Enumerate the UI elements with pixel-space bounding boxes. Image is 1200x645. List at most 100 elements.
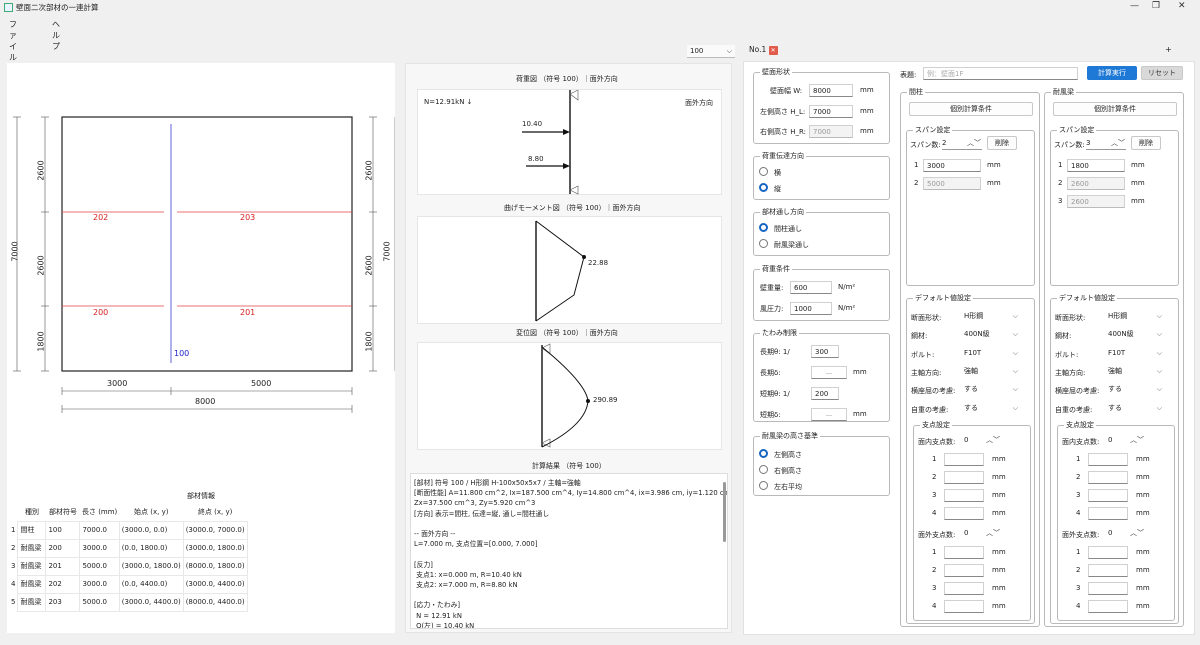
- table-row[interactable]: 1 間柱 100 7000.0 (3000.0, 0.0) (3000.0, 7000.0…: [9, 520, 248, 540]
- result-line: [414, 549, 724, 559]
- radio-right-height[interactable]: [759, 465, 768, 474]
- support-position-input[interactable]: [944, 600, 984, 613]
- support-position-input[interactable]: [1088, 546, 1128, 559]
- wall-width-input[interactable]: 8000: [809, 84, 853, 97]
- support-position-input[interactable]: [944, 489, 984, 502]
- table-row[interactable]: 4 耐風梁 202 3000.0 (0.0, 4400.0) (3000.0, 4400.…: [9, 574, 248, 594]
- wall-weight-input[interactable]: 600: [790, 281, 832, 294]
- support-position-input[interactable]: [1088, 471, 1128, 484]
- spinner-arrows-icon[interactable]: ︿﹀: [1111, 137, 1125, 150]
- unit-label: mm: [853, 410, 867, 418]
- member-label-200[interactable]: 200: [93, 308, 108, 317]
- span-length-input[interactable]: 5000: [923, 177, 981, 190]
- beam-delete-button[interactable]: 削除: [1131, 136, 1161, 150]
- col-calc-button[interactable]: 個別計算条件: [909, 102, 1033, 116]
- support-position-input[interactable]: [944, 582, 984, 595]
- load-direction-title: 荷重伝達方向: [760, 151, 806, 161]
- support-position-input[interactable]: [1088, 582, 1128, 595]
- close-button[interactable]: ✕: [1178, 1, 1186, 11]
- spinner-arrows-icon[interactable]: ︿﹀: [986, 434, 1000, 447]
- support-position-input[interactable]: [944, 546, 984, 559]
- table-row[interactable]: 5 耐風梁 203 5000.0 (3000.0, 4400.0) (8000.0, 44…: [9, 592, 248, 612]
- support-position-input[interactable]: [1088, 507, 1128, 520]
- tab-add-button[interactable]: +: [1165, 45, 1172, 54]
- radio-column-through[interactable]: [759, 223, 768, 232]
- radio-beam-through[interactable]: [759, 239, 768, 248]
- title-input[interactable]: 例：壁面1F: [923, 67, 1078, 80]
- span-length-input[interactable]: 3000: [923, 159, 981, 172]
- menu-file[interactable]: ファイル: [9, 19, 17, 63]
- member-label-202[interactable]: 202: [93, 213, 108, 222]
- settings-panel: 壁面形状 壁面幅 W: 8000 mm 左側高さ H_L: 7000 mm 右側…: [743, 61, 1195, 635]
- default-select[interactable]: する ⌵: [962, 402, 1020, 415]
- menu-help[interactable]: ヘルプ: [52, 19, 60, 52]
- radio-left-height[interactable]: [759, 449, 768, 458]
- default-select[interactable]: する ⌵: [962, 383, 1020, 396]
- wind-pressure-input[interactable]: 1000: [790, 302, 832, 315]
- table-row[interactable]: 3 耐風梁 201 5000.0 (3000.0, 1800.0) (8000.0, 18…: [9, 556, 248, 576]
- minimize-button[interactable]: —: [1130, 1, 1139, 11]
- default-select[interactable]: F10T ⌵: [962, 347, 1020, 360]
- chevron-down-icon: ⌵: [1156, 366, 1162, 375]
- tab-no1[interactable]: No.1 ✕: [749, 45, 778, 58]
- spinner-arrows-icon[interactable]: ︿﹀: [967, 137, 981, 150]
- support-position-input[interactable]: [1088, 489, 1128, 502]
- out-plane-support-spinner[interactable]: 0 ︿﹀: [964, 527, 1000, 540]
- spinner-arrows-icon[interactable]: ︿﹀: [986, 527, 1000, 540]
- spinner-arrows-icon[interactable]: ︿﹀: [1130, 527, 1144, 540]
- support-position-input[interactable]: [1088, 564, 1128, 577]
- in-plane-support-spinner[interactable]: 0 ︿﹀: [1108, 434, 1144, 447]
- short-theta-input[interactable]: 200: [811, 387, 839, 400]
- support-position-input[interactable]: [1088, 600, 1128, 613]
- default-select[interactable]: F10T ⌵: [1106, 347, 1164, 360]
- member-label-203[interactable]: 203: [240, 213, 255, 222]
- in-plane-support-spinner[interactable]: 0 ︿﹀: [964, 434, 1000, 447]
- unit-label: mm: [992, 473, 1006, 481]
- support-position-input[interactable]: [1088, 453, 1128, 466]
- member-label-100[interactable]: 100: [174, 349, 189, 358]
- long-theta-input[interactable]: 300: [811, 345, 839, 358]
- col-span-count-label: スパン数:: [910, 141, 941, 149]
- beam-calc-button[interactable]: 個別計算条件: [1053, 102, 1177, 116]
- default-select[interactable]: する ⌵: [1106, 402, 1164, 415]
- default-select[interactable]: 強軸 ⌵: [962, 365, 1020, 378]
- radio-average-height[interactable]: [759, 481, 768, 490]
- tab-close-icon[interactable]: ✕: [768, 46, 778, 55]
- maximize-button[interactable]: ❐: [1152, 1, 1160, 11]
- default-select[interactable]: 400N級 ⌵: [962, 328, 1020, 341]
- col-span-count-spinner[interactable]: 2 ︿﹀: [942, 137, 982, 150]
- radio-average-height-label: 左右平均: [774, 483, 802, 491]
- cell-len: 5000.0: [79, 556, 120, 576]
- out-plane-support-spinner[interactable]: 0 ︿﹀: [1108, 527, 1144, 540]
- table-row[interactable]: 2 耐風梁 200 3000.0 (0.0, 1800.0) (3000.0, 1800.…: [9, 538, 248, 558]
- result-text-area[interactable]: [部材] 符号 100 / H形鋼 H-100x50x5x7 / 主軸=強軸 [断…: [410, 473, 728, 629]
- member-label-201[interactable]: 201: [240, 308, 255, 317]
- span-length-input[interactable]: 2600: [1067, 177, 1125, 190]
- support-position-input[interactable]: [944, 471, 984, 484]
- support-position-input[interactable]: [944, 564, 984, 577]
- col-delete-button[interactable]: 削除: [987, 136, 1017, 150]
- radio-horizontal[interactable]: [759, 167, 768, 176]
- default-select[interactable]: する ⌵: [1106, 383, 1164, 396]
- right-height-input[interactable]: 7000: [809, 125, 853, 138]
- spinner-arrows-icon[interactable]: ︿﹀: [1130, 434, 1144, 447]
- left-height-input[interactable]: 7000: [809, 105, 853, 118]
- default-select[interactable]: 強軸 ⌵: [1106, 365, 1164, 378]
- short-delta-input[interactable]: —: [811, 408, 847, 421]
- short-theta-label: 短期θ: 1/: [760, 390, 790, 398]
- support-position-input[interactable]: [944, 507, 984, 520]
- radio-vertical[interactable]: [759, 183, 768, 192]
- long-delta-input[interactable]: —: [811, 366, 847, 379]
- default-select[interactable]: 400N級 ⌵: [1106, 328, 1164, 341]
- span-length-input[interactable]: 1800: [1067, 159, 1125, 172]
- support-position-input[interactable]: [944, 453, 984, 466]
- reset-button[interactable]: リセット: [1141, 66, 1183, 80]
- default-select[interactable]: H形鋼 ⌵: [962, 310, 1020, 323]
- default-select[interactable]: H形鋼 ⌵: [1106, 310, 1164, 323]
- scrollbar-thumb[interactable]: [723, 482, 726, 542]
- zoom-select[interactable]: 100 ⌵: [687, 45, 735, 58]
- run-button[interactable]: 計算実行: [1087, 66, 1137, 80]
- chevron-down-icon: ⌵: [1156, 348, 1162, 357]
- span-length-input[interactable]: 2600: [1067, 195, 1125, 208]
- beam-span-count-spinner[interactable]: 3 ︿﹀: [1086, 137, 1126, 150]
